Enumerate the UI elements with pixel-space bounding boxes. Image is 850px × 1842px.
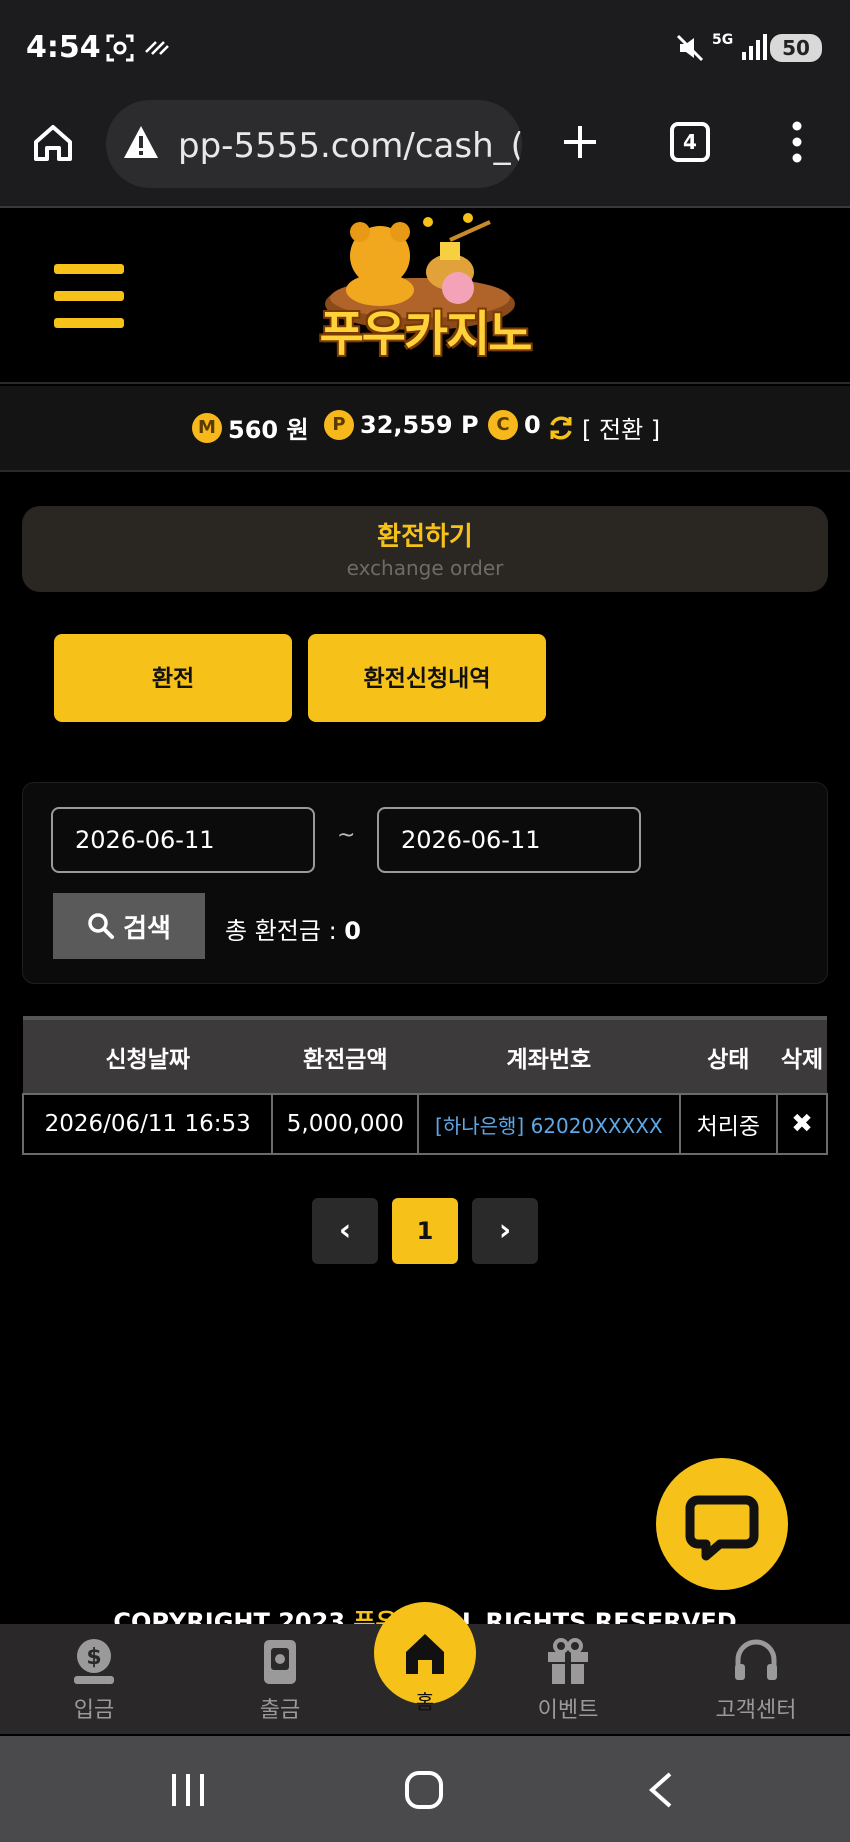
network-type: 5G <box>712 32 734 48</box>
battery-indicator: 50 <box>770 34 822 62</box>
gift-icon <box>548 1638 588 1684</box>
end-date-input[interactable] <box>377 807 641 873</box>
header-delete: 삭제 <box>777 1016 827 1094</box>
table-row: 2026/06/11 16:53 5,000,000 [하나은행] 62020X… <box>21 1093 828 1155</box>
status-bar: 4:54 5G 50 <box>0 0 850 96</box>
nav-deposit-label: 입금 <box>73 1698 115 1723</box>
header-amount: 환전금액 <box>272 1016 419 1094</box>
delete-row-button[interactable]: ✖ <box>776 1093 828 1155</box>
money-balance: M 560 원 <box>192 410 309 445</box>
mute-icon <box>676 34 704 62</box>
deposit-icon: $ <box>74 1639 114 1684</box>
total-exchange-label: 총 환전금 : <box>225 917 345 945</box>
header-date: 신청날짜 <box>23 1016 273 1094</box>
recent-apps-icon[interactable] <box>168 1772 208 1808</box>
search-button-label: 검색 <box>123 912 171 943</box>
home-system-icon[interactable] <box>404 1770 444 1810</box>
point-coin-icon: P <box>324 410 354 440</box>
search-button[interactable]: 검색 <box>53 893 205 959</box>
site-logo[interactable]: 푸우카지노 <box>300 212 550 382</box>
system-nav-bar <box>0 1736 850 1842</box>
search-panel: ~ 검색 총 환전금 : 0 <box>22 782 828 984</box>
live-chat-button[interactable] <box>656 1458 788 1590</box>
warning-icon[interactable] <box>122 124 160 160</box>
back-icon[interactable] <box>646 1770 676 1810</box>
nav-withdraw-label: 출금 <box>259 1698 301 1723</box>
money-balance-value: 560 원 <box>228 416 309 444</box>
casino-coin-icon: C <box>488 410 518 440</box>
exchange-history-table: 신청날짜 환전금액 계좌번호 상태 삭제 2026/06/11 16:53 5,… <box>21 1016 828 1155</box>
url-bar[interactable]: pp-5555.com/cash_( <box>106 100 522 188</box>
page-title: 환전하기 <box>377 522 473 552</box>
refresh-icon[interactable] <box>546 413 576 443</box>
casino-balance-value: 0 <box>524 411 541 439</box>
logo-text: 푸우카지노 <box>319 306 533 362</box>
prev-page-button[interactable]: ‹ <box>312 1198 378 1264</box>
nav-support-label: 고객센터 <box>715 1698 797 1723</box>
header-account: 계좌번호 <box>418 1016 680 1094</box>
balance-bar: M 560 원 P 32,559 P C 0 [ 전환 ] <box>0 386 850 472</box>
new-tab-icon[interactable] <box>560 122 600 162</box>
convert-label[interactable]: [ 전환 ] <box>582 410 660 445</box>
home-icon[interactable] <box>32 122 74 164</box>
page-1-button[interactable]: 1 <box>392 1198 458 1264</box>
status-time: 4:54 <box>26 30 101 65</box>
data-saver-icon <box>145 41 169 55</box>
signal-icon <box>742 34 767 60</box>
withdraw-icon <box>264 1640 296 1684</box>
total-exchange-value: 0 <box>344 917 361 945</box>
nav-event-label: 이벤트 <box>537 1698 599 1723</box>
point-balance-value: 32,559 P <box>360 411 479 439</box>
headset-icon <box>735 1639 777 1680</box>
browser-toolbar: pp-5555.com/cash_( 4 <box>0 96 850 208</box>
casino-balance: C 0 <box>488 410 541 440</box>
tab-switcher-button[interactable]: 4 <box>670 122 710 162</box>
total-exchange: 총 환전금 : 0 <box>225 911 361 946</box>
convert-button[interactable]: [ 전환 ] <box>546 410 660 445</box>
start-date-input[interactable] <box>51 807 315 873</box>
tab-exchange[interactable]: 환전 <box>54 634 292 722</box>
nav-support[interactable]: 고객센터 <box>696 1636 816 1724</box>
money-coin-icon: M <box>192 412 222 443</box>
url-text[interactable]: pp-5555.com/cash_( <box>178 126 522 166</box>
tab-exchange-history[interactable]: 환전신청내역 <box>308 634 546 722</box>
search-icon <box>88 913 115 939</box>
hamburger-menu-icon[interactable] <box>54 264 124 328</box>
page-subtitle: exchange order <box>346 556 504 580</box>
more-menu-icon[interactable] <box>782 120 812 164</box>
row-date: 2026/06/11 16:53 <box>21 1093 274 1155</box>
point-balance: P 32,559 P <box>324 410 479 440</box>
row-status: 처리중 <box>678 1093 779 1155</box>
nav-home-label: 홈 <box>415 1690 435 1714</box>
page-title-panel: 환전하기 exchange order <box>22 506 828 592</box>
site-header: 푸우카지노 <box>0 210 850 384</box>
row-amount: 5,000,000 <box>271 1093 420 1155</box>
table-header-row: 신청날짜 환전금액 계좌번호 상태 삭제 <box>23 1016 827 1094</box>
screenshot-icon <box>106 34 134 62</box>
nav-withdraw[interactable]: 출금 <box>220 1636 340 1724</box>
row-account: [하나은행] 62020XXXXX <box>417 1093 681 1155</box>
nav-event[interactable]: 이벤트 <box>508 1636 628 1724</box>
date-separator: ~ <box>337 823 356 848</box>
svg-text:$: $ <box>86 1645 101 1670</box>
nav-deposit[interactable]: $ 입금 <box>34 1636 154 1724</box>
header-status: 상태 <box>679 1016 778 1094</box>
chat-bubble-icon <box>685 1495 759 1561</box>
next-page-button[interactable]: › <box>472 1198 538 1264</box>
